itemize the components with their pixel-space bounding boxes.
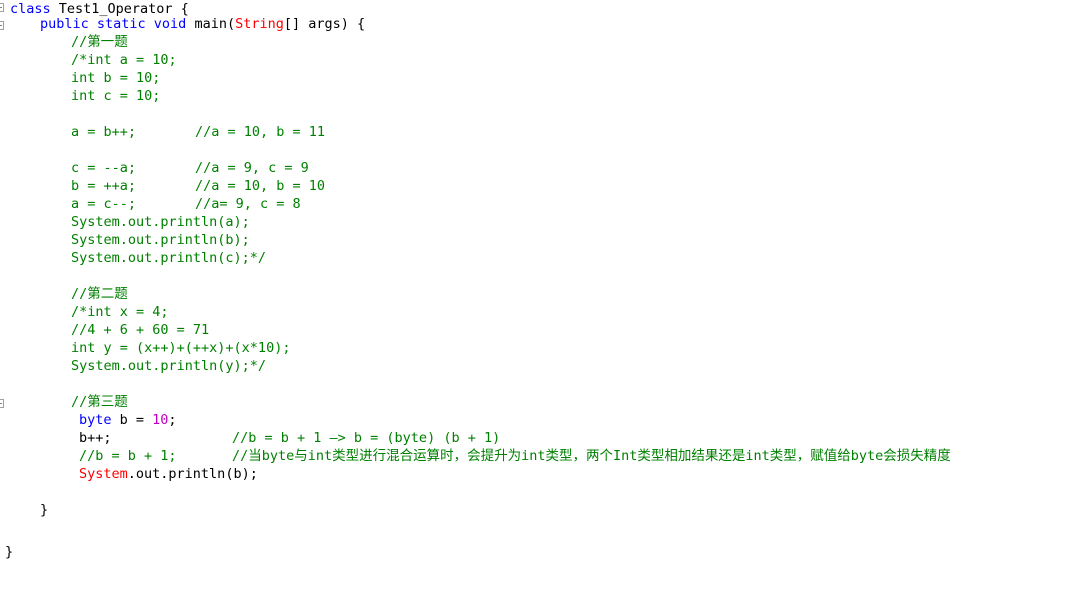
token-comment: a = c--; bbox=[71, 196, 137, 212]
line-a-assign-b-postinc[interactable]: a = b++; bbox=[0, 123, 136, 141]
token-type: String bbox=[235, 16, 284, 32]
trailing-comment: //b = b + 1 —> b = (byte) (b + 1) bbox=[232, 430, 501, 446]
line-comment-question-two[interactable]: //第二题 bbox=[0, 285, 128, 303]
trailing-comment: //当byte与int类型进行混合运算时，会提升为int类型，两个Int类型相加… bbox=[232, 448, 951, 464]
token-comment: System.out.println(b); bbox=[71, 232, 250, 248]
fold-marker-class[interactable] bbox=[0, 3, 4, 12]
line-b-increment[interactable]: b++; bbox=[0, 429, 112, 447]
token-plain: [] args) { bbox=[283, 16, 366, 32]
code-editor-canvas[interactable]: class Test1_Operator {public static void… bbox=[0, 0, 1069, 616]
token-comment: c = --a; bbox=[71, 160, 137, 176]
line-block-comment-start-int-x[interactable]: /*int x = 4; bbox=[0, 303, 169, 321]
line-int-b[interactable]: int b = 10; bbox=[0, 69, 160, 87]
line-println-y-block-end[interactable]: System.out.println(y);*/ bbox=[0, 357, 266, 375]
trailing-comment: //a = 10, b = 10 bbox=[195, 178, 326, 194]
token-plain: ; bbox=[168, 412, 177, 428]
line-a-assign-c-postdec[interactable]: a = c--; bbox=[0, 195, 136, 213]
token-comment: //第一题 bbox=[71, 34, 128, 50]
line-println-a[interactable]: System.out.println(a); bbox=[0, 213, 250, 231]
token-comment: /*int a = 10; bbox=[71, 52, 177, 68]
fold-marker-main-method[interactable] bbox=[0, 21, 4, 30]
token-comment: System.out.println(c);*/ bbox=[71, 250, 267, 266]
line-comment-question-one[interactable]: //第一题 bbox=[0, 33, 128, 51]
token-comment: int b = 10; bbox=[71, 70, 161, 86]
line-println-c-block-end[interactable]: System.out.println(c);*/ bbox=[0, 249, 266, 267]
token-comment: //第二题 bbox=[71, 286, 128, 302]
token-comment: System.out.println(y);*/ bbox=[71, 358, 267, 374]
trailing-comment: //a = 10, b = 11 bbox=[195, 124, 326, 140]
token-comment: //4 + 6 + 60 = 71 bbox=[71, 322, 210, 338]
code-text-area[interactable]: class Test1_Operator {public static void… bbox=[0, 0, 1069, 616]
line-c-assign-predec-a[interactable]: c = --a; bbox=[0, 159, 136, 177]
line-int-c[interactable]: int c = 10; bbox=[0, 87, 160, 105]
line-b-assign-preinc-a[interactable]: b = ++a; bbox=[0, 177, 136, 195]
line-byte-b-decl[interactable]: byte b = 10; bbox=[0, 411, 177, 429]
token-kw: public static void bbox=[40, 16, 187, 32]
token-plain: b++; bbox=[79, 430, 112, 446]
token-comment: /*int x = 4; bbox=[71, 304, 169, 320]
line-close-class-brace[interactable]: } bbox=[0, 543, 13, 561]
token-kw: byte bbox=[79, 412, 112, 428]
token-comment: int y = (x++)+(++x)+(x*10); bbox=[71, 340, 291, 356]
token-plain: b = bbox=[111, 412, 153, 428]
token-plain: } bbox=[5, 544, 14, 560]
line-println-b-section-three[interactable]: System.out.println(b); bbox=[0, 465, 258, 483]
token-comment: a = b++; bbox=[71, 124, 137, 140]
trailing-comment: //a= 9, c = 8 bbox=[195, 196, 301, 212]
token-comment: //第三题 bbox=[71, 394, 128, 410]
line-int-y-expression[interactable]: int y = (x++)+(++x)+(x*10); bbox=[0, 339, 290, 357]
line-commented-b-plus-one[interactable]: //b = b + 1; bbox=[0, 447, 177, 465]
token-plain: .out.println(b); bbox=[127, 466, 258, 482]
trailing-comment: //a = 9, c = 9 bbox=[195, 160, 309, 176]
line-block-comment-start-int-a[interactable]: /*int a = 10; bbox=[0, 51, 177, 69]
token-comment: int c = 10; bbox=[71, 88, 161, 104]
token-comment: b = ++a; bbox=[71, 178, 137, 194]
token-comment: //b = b + 1; bbox=[79, 448, 177, 464]
token-num: 10 bbox=[152, 412, 169, 428]
line-close-method-brace[interactable]: } bbox=[0, 501, 48, 519]
fold-marker-section-three[interactable] bbox=[0, 399, 4, 408]
line-comment-question-three[interactable]: //第三题 bbox=[0, 393, 128, 411]
token-plain: main( bbox=[186, 16, 236, 32]
token-type: System bbox=[79, 466, 128, 482]
line-println-b-section-one[interactable]: System.out.println(b); bbox=[0, 231, 250, 249]
token-comment: System.out.println(a); bbox=[71, 214, 250, 230]
line-comment-sum-expression[interactable]: //4 + 6 + 60 = 71 bbox=[0, 321, 209, 339]
token-plain: } bbox=[40, 502, 49, 518]
line-main-signature[interactable]: public static void main(String[] args) { bbox=[0, 15, 365, 33]
